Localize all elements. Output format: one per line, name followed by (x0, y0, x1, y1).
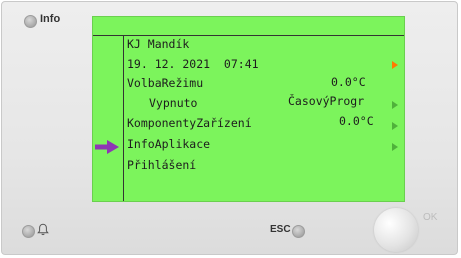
ok-label: OK (423, 212, 438, 223)
green-arrow-icon (392, 122, 398, 130)
lcd-screen: KJ Mandík 19. 12. 2021 07:41 0.0°C Volba… (92, 16, 405, 202)
alarm-button[interactable] (22, 222, 52, 238)
lcd-datetime-row: 19. 12. 2021 07:41 0.0°C (93, 37, 404, 89)
menu-item-prihlaseni[interactable]: Přihlášení (93, 138, 404, 172)
orange-arrow-icon (392, 61, 398, 69)
menu-item-volba-rezimu[interactable]: VolbaRežimu ČasovýProgr (93, 56, 404, 108)
green-arrow-icon (392, 101, 398, 109)
menu-item-info-aplikace[interactable]: InfoAplikace (93, 117, 404, 151)
alarm-button-dot[interactable] (22, 225, 35, 238)
controller-panel: Info KJ Mandík 19. 12. 2021 07:41 0.0°C … (1, 1, 458, 255)
esc-label: ESC (270, 224, 291, 235)
info-button[interactable]: Info (24, 12, 74, 32)
esc-button-dot[interactable] (292, 225, 305, 238)
info-label: Info (40, 13, 61, 25)
menu-item-vypnuto[interactable]: Vypnuto 0.0°C (93, 76, 404, 128)
selection-pointer-icon (95, 140, 119, 154)
esc-button[interactable]: ESC (270, 224, 310, 240)
info-button-dot[interactable] (24, 15, 37, 28)
menu-item-komponenty-zarizeni[interactable]: KomponentyZařízení (93, 96, 404, 130)
bell-icon (37, 223, 49, 236)
ok-knob[interactable] (374, 208, 418, 252)
menu-item-label: Přihlášení (127, 158, 197, 172)
lcd-title-row: KJ Mandík (93, 17, 404, 51)
green-arrow-icon (392, 143, 398, 151)
